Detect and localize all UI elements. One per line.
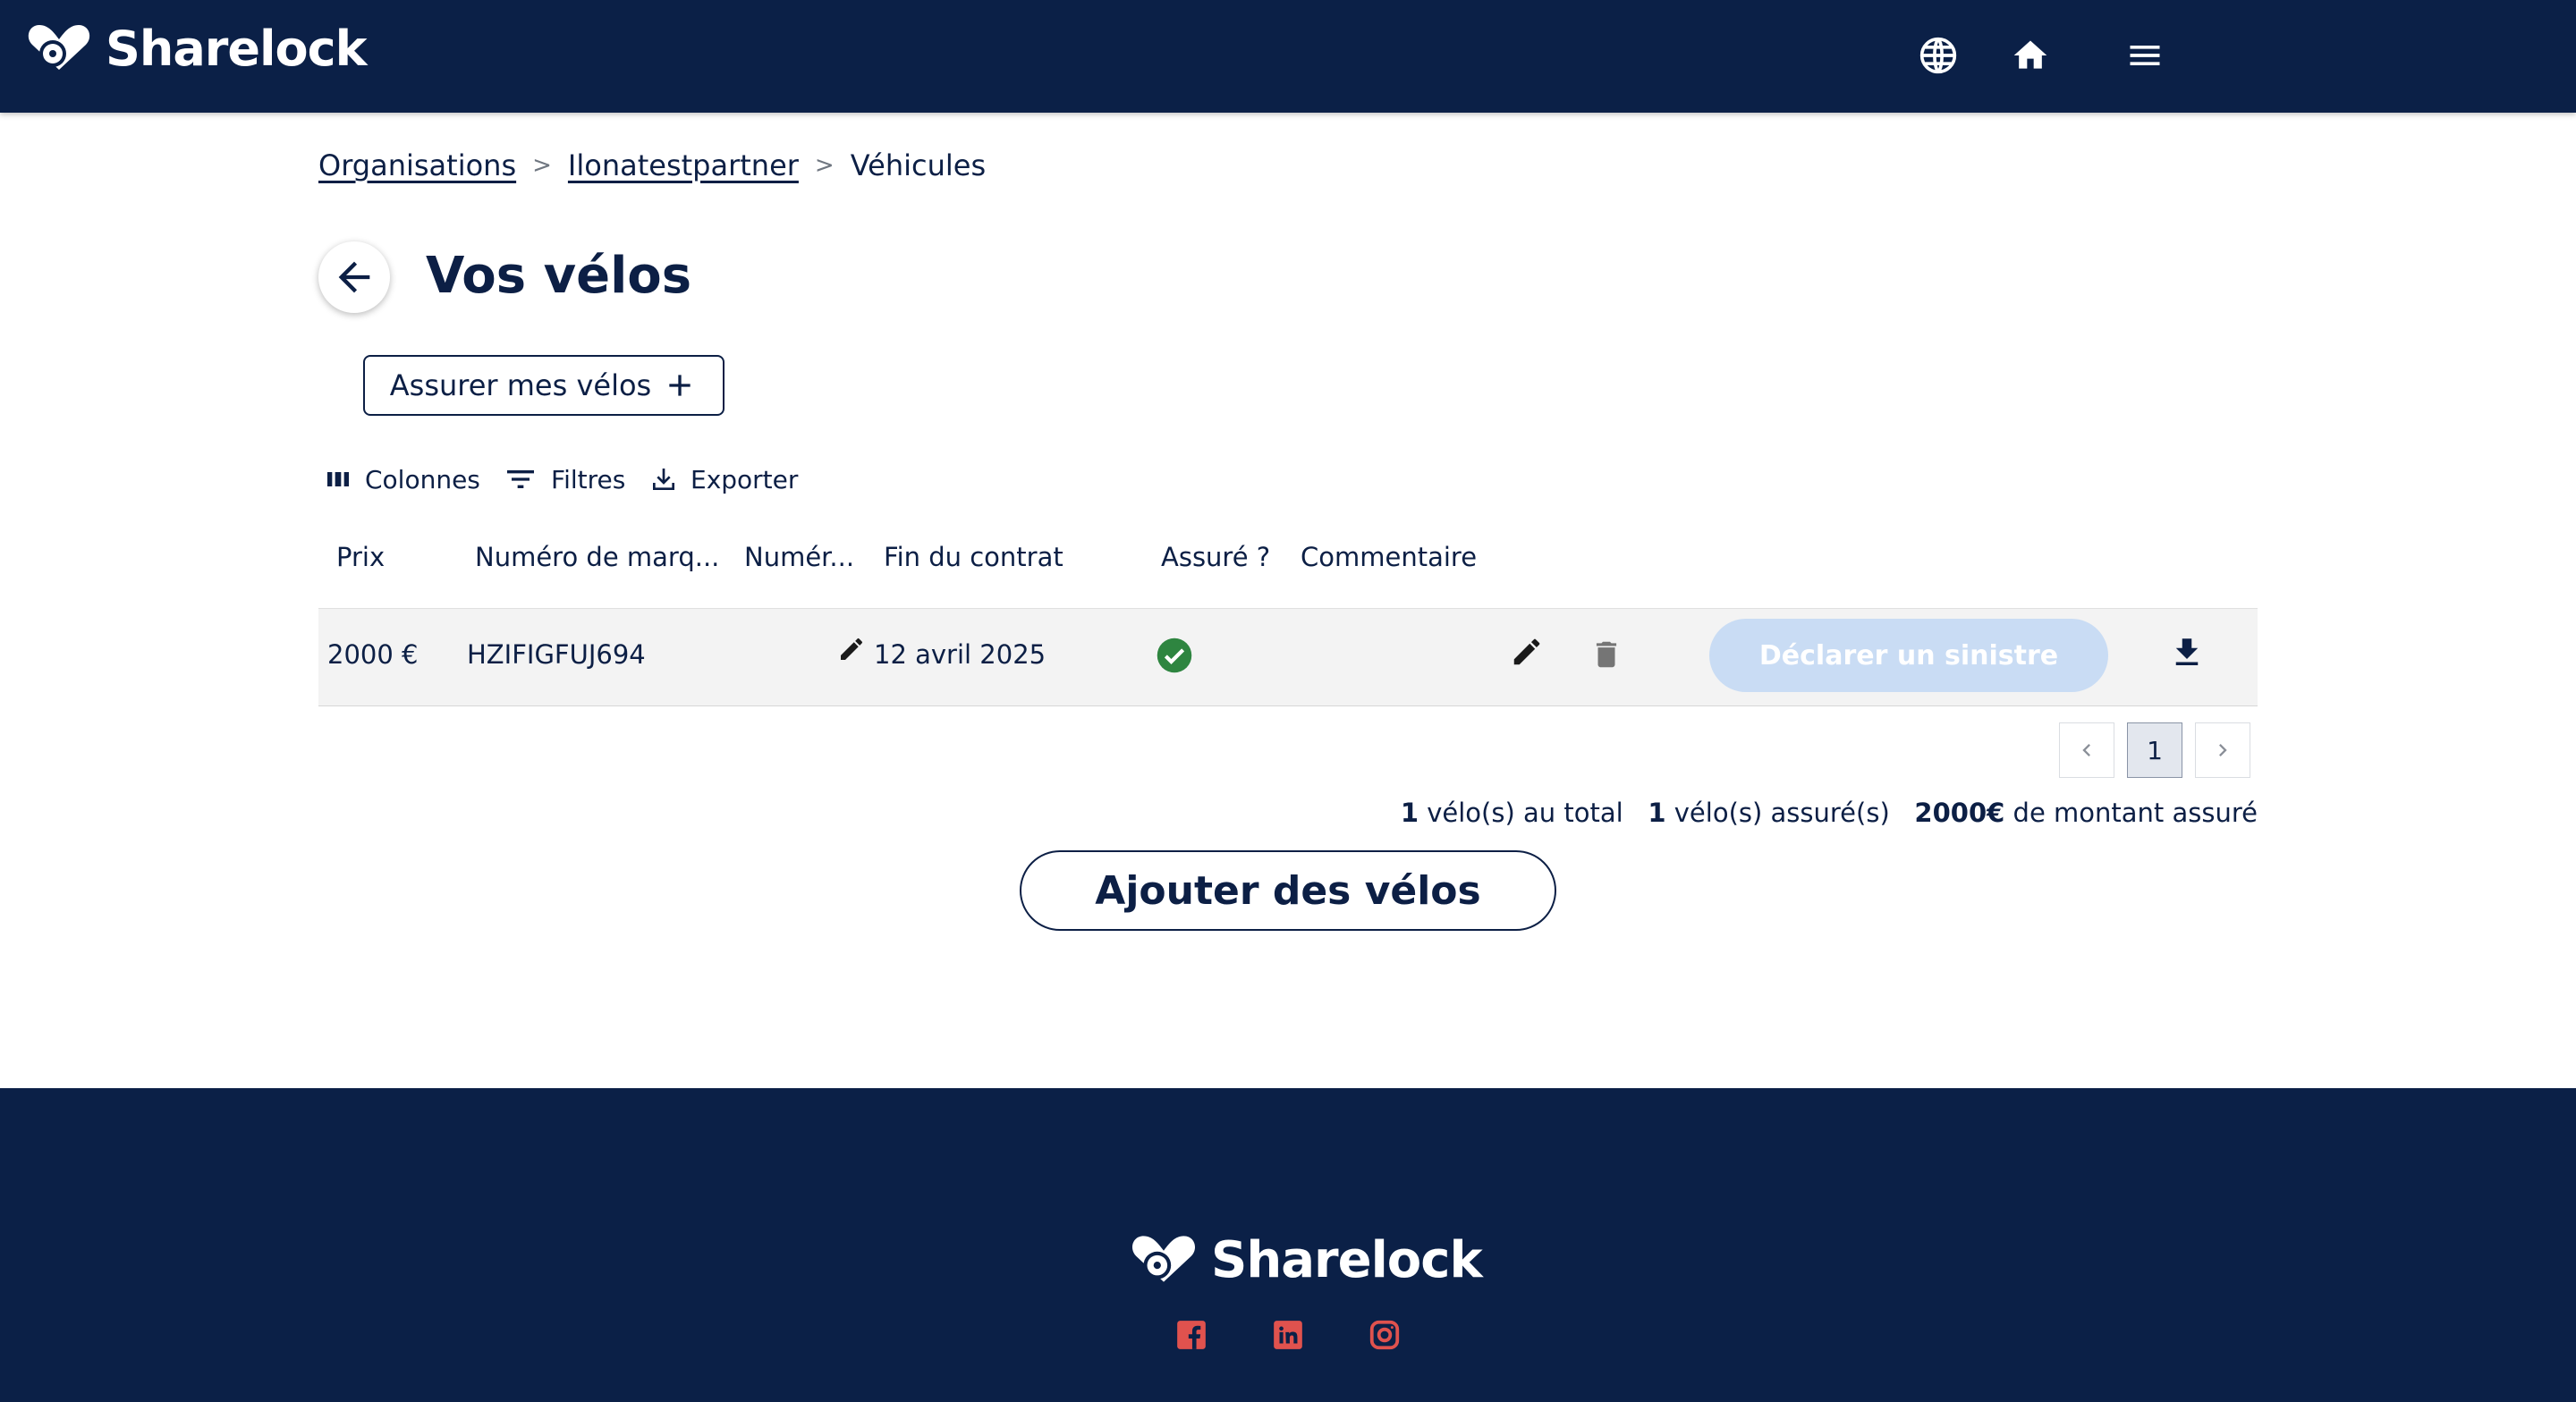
columns-label: Colonnes — [365, 464, 480, 494]
heart-lock-icon — [28, 25, 90, 70]
total-label: vélo(s) au total — [1427, 798, 1623, 828]
declare-claim-button[interactable]: Déclarer un sinistre — [1709, 619, 2108, 692]
heart-lock-icon — [1131, 1236, 1196, 1282]
pagination-page-current[interactable]: 1 — [2127, 722, 2182, 778]
pagination-next-button[interactable] — [2195, 722, 2250, 778]
filters-button[interactable]: Filtres — [503, 461, 625, 497]
marking-cell: HZIFIGFUJ694 — [467, 639, 646, 670]
download-icon[interactable] — [2168, 634, 2206, 675]
facebook-icon[interactable] — [1174, 1317, 1209, 1353]
amount-label: de montant assuré — [2012, 798, 2258, 828]
chevron-right-icon — [2219, 744, 2227, 756]
back-button[interactable] — [318, 241, 390, 313]
export-icon — [653, 469, 674, 490]
price-cell: 2000 € — [327, 639, 419, 670]
page-title: Vos vélos — [426, 247, 692, 305]
footer-brand-logo: Sharelock — [1127, 1230, 1483, 1289]
contract-end-cell: 12 avril 2025 — [874, 639, 1046, 670]
insured-label: vélo(s) assuré(s) — [1674, 798, 1890, 828]
footer-brand-name: Sharelock — [1211, 1230, 1483, 1289]
arrow-left-icon — [338, 261, 370, 293]
footer: Sharelock — [0, 1088, 2576, 1402]
columns-icon — [327, 472, 349, 486]
top-navbar: Sharelock — [0, 0, 2576, 113]
column-header-number[interactable]: Numér... — [744, 542, 854, 572]
breadcrumb-current: Véhicules — [850, 148, 987, 182]
brand-logo[interactable]: Sharelock — [23, 20, 368, 77]
filters-label: Filtres — [551, 464, 626, 494]
filter-icon — [507, 470, 534, 488]
globe-icon[interactable] — [1917, 34, 1960, 77]
instagram-icon[interactable] — [1367, 1317, 1402, 1353]
linkedin-icon[interactable] — [1270, 1317, 1306, 1353]
breadcrumb-separator: > — [814, 152, 835, 179]
check-circle-icon — [1156, 637, 1193, 678]
export-label: Exporter — [691, 464, 799, 494]
insure-bikes-button[interactable]: Assurer mes vélos — [363, 355, 724, 416]
breadcrumb-organisations[interactable]: Organisations — [318, 148, 516, 182]
add-bikes-button[interactable]: Ajouter des vélos — [1020, 850, 1556, 931]
edit-date-icon[interactable] — [837, 635, 866, 667]
breadcrumb-separator: > — [532, 152, 552, 179]
breadcrumb: Organisations > Ilonatestpartner > Véhic… — [318, 148, 986, 182]
export-button[interactable]: Exporter — [649, 461, 798, 497]
pagination-prev-button[interactable] — [2059, 722, 2114, 778]
delete-icon[interactable] — [1589, 637, 1623, 676]
columns-button[interactable]: Colonnes — [324, 461, 480, 497]
column-header-contract-end[interactable]: Fin du contrat — [884, 542, 1063, 572]
total-count: 1 — [1400, 798, 1419, 828]
insured-amount: 2000€ — [1914, 798, 2005, 828]
chevron-left-icon — [2082, 744, 2090, 756]
plus-icon — [669, 375, 691, 396]
column-header-insured[interactable]: Assuré ? — [1161, 542, 1270, 572]
brand-name: Sharelock — [106, 20, 368, 77]
breadcrumb-partner[interactable]: Ilonatestpartner — [568, 148, 799, 182]
insure-bikes-label: Assurer mes vélos — [389, 368, 652, 402]
home-icon[interactable] — [2009, 34, 2052, 77]
column-header-comment[interactable]: Commentaire — [1301, 542, 1477, 572]
column-header-price[interactable]: Prix — [336, 542, 385, 572]
fleet-summary: 1 vélo(s) au total 1 vélo(s) assuré(s) 2… — [1401, 798, 2258, 828]
edit-icon[interactable] — [1510, 635, 1544, 672]
column-header-marking[interactable]: Numéro de marq... — [475, 542, 719, 572]
menu-icon[interactable] — [2123, 34, 2166, 77]
insured-count: 1 — [1648, 798, 1666, 828]
